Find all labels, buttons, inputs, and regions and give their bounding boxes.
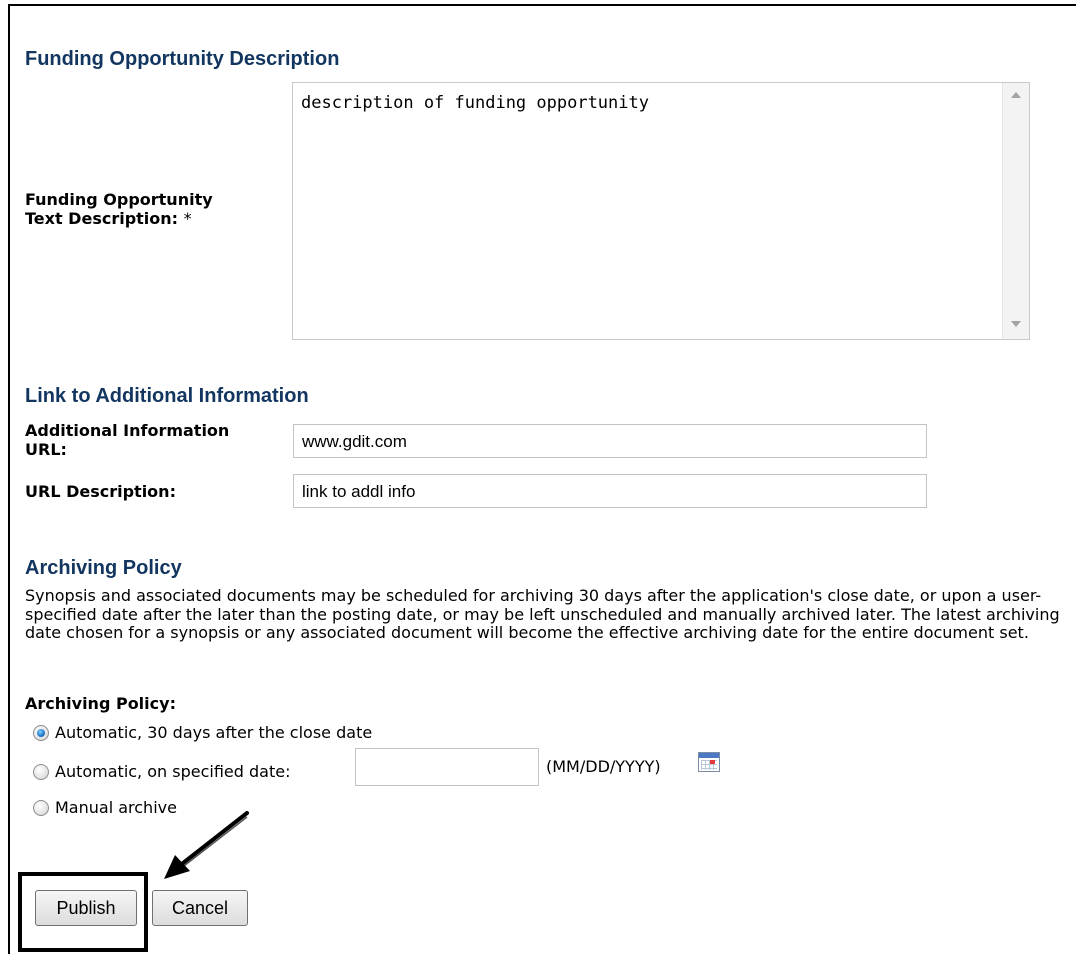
text-description-value: description of funding opportunity <box>301 93 649 113</box>
scroll-up-arrow-icon[interactable] <box>1011 92 1021 98</box>
url-label: Additional Information URL: <box>25 421 229 459</box>
link-section-title: Link to Additional Information <box>25 385 309 407</box>
calendar-icon[interactable] <box>698 752 720 772</box>
text-description-label-line2: Text Description: <box>25 209 179 228</box>
url-input[interactable]: www.gdit.com <box>293 424 927 458</box>
radio-option-auto-30[interactable]: Automatic, 30 days after the close date <box>33 723 372 742</box>
url-label-line2: URL: <box>25 440 67 459</box>
text-description-textarea[interactable]: description of funding opportunity <box>292 82 1030 340</box>
scroll-down-arrow-icon[interactable] <box>1011 321 1021 327</box>
archiving-section-title: Archiving Policy <box>25 557 182 579</box>
radio-option-auto-30-label: Automatic, 30 days after the close date <box>55 723 373 742</box>
arrow-pointer-icon <box>164 811 249 879</box>
archive-date-input[interactable] <box>355 748 539 786</box>
archiving-policy-label: Archiving Policy: <box>25 694 176 713</box>
radio-button[interactable] <box>33 799 49 816</box>
text-description-label: Funding Opportunity Text Description: * <box>25 190 213 228</box>
cancel-button[interactable]: Cancel <box>152 890 248 926</box>
radio-option-auto-date-label: Automatic, on specified date: <box>55 762 291 781</box>
textarea-scrollbar[interactable] <box>1002 83 1029 339</box>
funding-section-title: Funding Opportunity Description <box>25 48 340 70</box>
url-label-line1: Additional Information <box>25 421 230 440</box>
radio-option-auto-date[interactable]: Automatic, on specified date: <box>33 762 290 781</box>
text-description-label-line2-wrap: Text Description: * <box>25 209 213 228</box>
url-description-label: URL Description: <box>25 482 176 501</box>
radio-button[interactable] <box>33 763 49 780</box>
date-format-hint: (MM/DD/YYYY) <box>546 757 661 776</box>
archiving-policy-paragraph: Synopsis and associated documents may be… <box>25 586 1060 643</box>
calendar-icon-marker <box>710 760 715 764</box>
radio-button-selected[interactable] <box>33 724 49 741</box>
text-description-label-line1: Funding Opportunity <box>25 190 213 209</box>
calendar-icon-header <box>699 753 719 758</box>
url-description-input[interactable]: link to addl info <box>293 474 927 508</box>
required-mark: * <box>183 209 192 228</box>
publish-button[interactable]: Publish <box>35 890 137 926</box>
